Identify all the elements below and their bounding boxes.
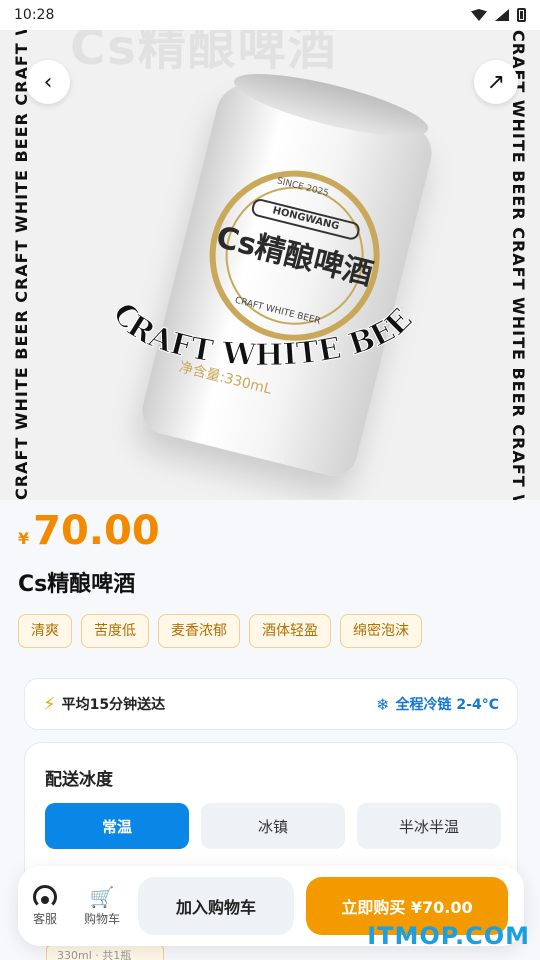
cart-label: 购物车 bbox=[84, 912, 121, 926]
delivery-time-text: 平均15分钟送达 bbox=[61, 697, 166, 713]
tag-list: 清爽 苦度低 麦香浓郁 酒体轻盈 绵密泡沫 bbox=[18, 614, 422, 648]
side-text-left: CRAFT WHITE BEER CRAFT WHITE BEER CRAFT … bbox=[12, 30, 31, 500]
headset-icon bbox=[32, 884, 58, 910]
ice-option-chilled[interactable]: 冰镇 bbox=[201, 803, 345, 849]
snowflake-icon: ❄ bbox=[376, 694, 390, 714]
price: 70.00 bbox=[33, 508, 160, 554]
delivery-info-card: ⚡ 平均15分钟送达 ❄ 全程冷链 2-4°C bbox=[24, 678, 518, 730]
status-bar: 10:28 bbox=[0, 0, 540, 30]
product-title: Cs精酿啤酒 bbox=[18, 572, 136, 597]
ring-text-graphic: CRAFT WHITE BEER CRAFT bbox=[100, 260, 420, 374]
tag: 麦香浓郁 bbox=[158, 614, 240, 648]
svg-text:CRAFT WHITE BEER CRAFT: CRAFT WHITE BEER CRAFT bbox=[100, 260, 420, 373]
tag: 酒体轻盈 bbox=[249, 614, 331, 648]
ice-level-options: 常温 冰镇 半冰半温 bbox=[45, 803, 501, 849]
back-button[interactable]: ‹ bbox=[26, 60, 70, 104]
side-text-right: CRAFT WHITE BEER CRAFT WHITE BEER CRAFT … bbox=[509, 30, 528, 500]
chevron-left-icon: ‹ bbox=[43, 69, 53, 95]
delivery-time: ⚡ 平均15分钟送达 bbox=[43, 694, 165, 715]
service-button[interactable]: 客服 bbox=[32, 884, 58, 927]
status-time: 10:28 bbox=[14, 7, 55, 23]
cold-chain-text: 全程冷链 2-4°C bbox=[395, 697, 499, 713]
arrow-up-right-icon: ↗ bbox=[486, 69, 506, 95]
wifi-icon bbox=[471, 9, 487, 21]
tag: 苦度低 bbox=[81, 614, 149, 648]
cold-chain: ❄ 全程冷链 2-4°C bbox=[376, 694, 499, 714]
price-row: ¥ 70.00 bbox=[18, 508, 160, 554]
cart-icon: 🛒 bbox=[89, 885, 115, 909]
status-icons bbox=[471, 8, 526, 22]
cart-button[interactable]: 🛒 购物车 bbox=[84, 884, 120, 927]
battery-icon bbox=[517, 8, 526, 22]
ice-option-half[interactable]: 半冰半温 bbox=[357, 803, 501, 849]
ice-level-title: 配送冰度 bbox=[45, 770, 113, 790]
spec-chip[interactable]: 330ml · 共1瓶 bbox=[46, 944, 164, 960]
share-button[interactable]: ↗ bbox=[474, 60, 518, 104]
add-to-cart-button[interactable]: 加入购物车 bbox=[138, 877, 294, 935]
ice-option-room-temp[interactable]: 常温 bbox=[45, 803, 189, 849]
ring-text: CRAFT WHITE BEER CRAFT bbox=[100, 260, 420, 374]
signal-icon bbox=[495, 9, 509, 21]
hero-watermark: Cs精酿啤酒 bbox=[70, 30, 338, 76]
product-image-area: Cs精酿啤酒 CRAFT WHITE BEER CRAFT WHITE BEER… bbox=[0, 30, 540, 500]
tag: 清爽 bbox=[18, 614, 72, 648]
site-watermark: ITMOP.COM bbox=[367, 922, 530, 950]
tag: 绵密泡沫 bbox=[340, 614, 422, 648]
service-label: 客服 bbox=[32, 912, 57, 926]
lightning-icon: ⚡ bbox=[43, 693, 56, 715]
currency-symbol: ¥ bbox=[18, 529, 30, 548]
